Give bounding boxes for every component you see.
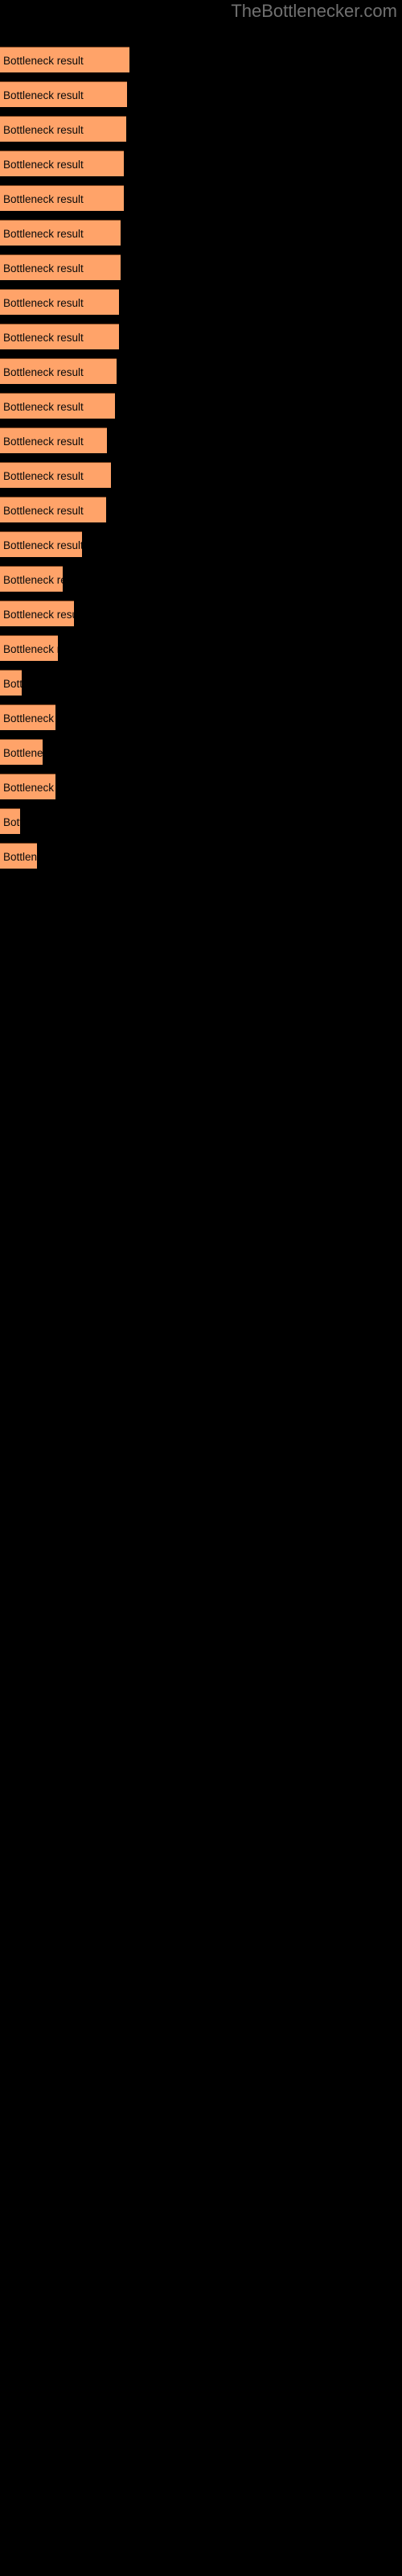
bar[interactable]: Bottleneck result bbox=[0, 670, 22, 696]
bar[interactable]: Bottleneck result bbox=[0, 843, 37, 869]
bar[interactable]: Bottleneck result bbox=[0, 151, 124, 176]
bar-row: Bottleneck result bbox=[0, 324, 402, 349]
bar[interactable]: Bottleneck result bbox=[0, 774, 55, 799]
bar-label: Bottleneck result bbox=[3, 55, 84, 67]
bar-label: Bottleneck result bbox=[3, 643, 58, 655]
bar[interactable]: Bottleneck result bbox=[0, 116, 126, 142]
bar-row: Bottleneck result bbox=[0, 601, 402, 626]
bar-label: Bottleneck result bbox=[3, 159, 84, 171]
bar[interactable]: Bottleneck result bbox=[0, 289, 119, 315]
bar-row: Bottleneck result bbox=[0, 739, 402, 765]
bar-row: Bottleneck result bbox=[0, 151, 402, 176]
bar-row: Bottleneck result bbox=[0, 427, 402, 453]
bar[interactable]: Bottleneck result bbox=[0, 358, 117, 384]
bar[interactable]: Bottleneck result bbox=[0, 393, 115, 419]
bottleneck-bar-chart: Bottleneck result Bottleneck result Bottle… bbox=[0, 0, 402, 1771]
bar-label: Bottleneck result bbox=[3, 678, 22, 690]
bar-row: Bottleneck result bbox=[0, 670, 402, 696]
bar-row: Bottleneck result bbox=[0, 531, 402, 557]
bar-label: Bottleneck result bbox=[3, 539, 82, 551]
bar-label: Bottleneck result bbox=[3, 401, 84, 413]
bar-label: Bottleneck result bbox=[3, 193, 84, 205]
bar-label: Bottleneck result bbox=[3, 89, 84, 101]
bar-row: Bottleneck result bbox=[0, 497, 402, 522]
bar-row: Bottleneck result bbox=[0, 393, 402, 419]
bar[interactable]: Bottleneck result bbox=[0, 81, 127, 107]
bar-label: Bottleneck result bbox=[3, 782, 55, 794]
bar[interactable]: Bottleneck result bbox=[0, 601, 74, 626]
bar-label: Bottleneck result bbox=[3, 436, 84, 448]
bar[interactable]: Bottleneck result bbox=[0, 531, 82, 557]
bar[interactable]: Bottleneck result bbox=[0, 462, 111, 488]
bar[interactable]: Bottleneck result bbox=[0, 220, 121, 246]
bar-row: Bottleneck result bbox=[0, 635, 402, 661]
bar-row: Bottleneck result bbox=[0, 254, 402, 280]
bar-label: Bottleneck result bbox=[3, 366, 84, 378]
bar-row: Bottleneck result bbox=[0, 47, 402, 72]
bar-label: Bottleneck result bbox=[3, 851, 37, 863]
bar-label: Bottleneck result bbox=[3, 262, 84, 275]
bar[interactable]: Bottleneck result bbox=[0, 185, 124, 211]
bar-label: Bottleneck result bbox=[3, 712, 55, 724]
bar-label: Bottleneck result bbox=[3, 470, 84, 482]
bar[interactable]: Bottleneck result bbox=[0, 324, 119, 349]
bar-row: Bottleneck result bbox=[0, 843, 402, 869]
bar[interactable]: Bottleneck result bbox=[0, 704, 55, 730]
bar[interactable]: Bottleneck result bbox=[0, 47, 129, 72]
bar-row: Bottleneck result bbox=[0, 566, 402, 592]
bar-row: Bottleneck result bbox=[0, 116, 402, 142]
bar-label: Bottleneck result bbox=[3, 124, 84, 136]
bar-row: Bottleneck result bbox=[0, 358, 402, 384]
bar-label: Bottleneck result bbox=[3, 609, 74, 621]
bar-label: Bottleneck result bbox=[3, 574, 63, 586]
bar-row: Bottleneck result bbox=[0, 81, 402, 107]
bar-label: Bottleneck result bbox=[3, 747, 43, 759]
bar[interactable]: Bottleneck result bbox=[0, 635, 58, 661]
bar[interactable]: Bottleneck result bbox=[0, 566, 63, 592]
bar-label: Bottleneck result bbox=[3, 332, 84, 344]
bar-row: Bottleneck result bbox=[0, 774, 402, 799]
bar-label: Bottleneck result bbox=[3, 228, 84, 240]
bar-row: Bottleneck result bbox=[0, 462, 402, 488]
bar-label: Bottleneck result bbox=[3, 297, 84, 309]
bar-row: Bottleneck result bbox=[0, 704, 402, 730]
bar-label: Bottleneck result bbox=[3, 816, 20, 828]
bar[interactable]: Bottleneck result bbox=[0, 808, 20, 834]
bar-row: Bottleneck result bbox=[0, 185, 402, 211]
bar[interactable]: Bottleneck result bbox=[0, 427, 107, 453]
bar-label: Bottleneck result bbox=[3, 505, 84, 517]
bar[interactable]: Bottleneck result bbox=[0, 497, 106, 522]
bar-row: Bottleneck result bbox=[0, 808, 402, 834]
bar-row: Bottleneck result bbox=[0, 289, 402, 315]
bar[interactable]: Bottleneck result bbox=[0, 739, 43, 765]
bar-row: Bottleneck result bbox=[0, 220, 402, 246]
bar[interactable]: Bottleneck result bbox=[0, 254, 121, 280]
